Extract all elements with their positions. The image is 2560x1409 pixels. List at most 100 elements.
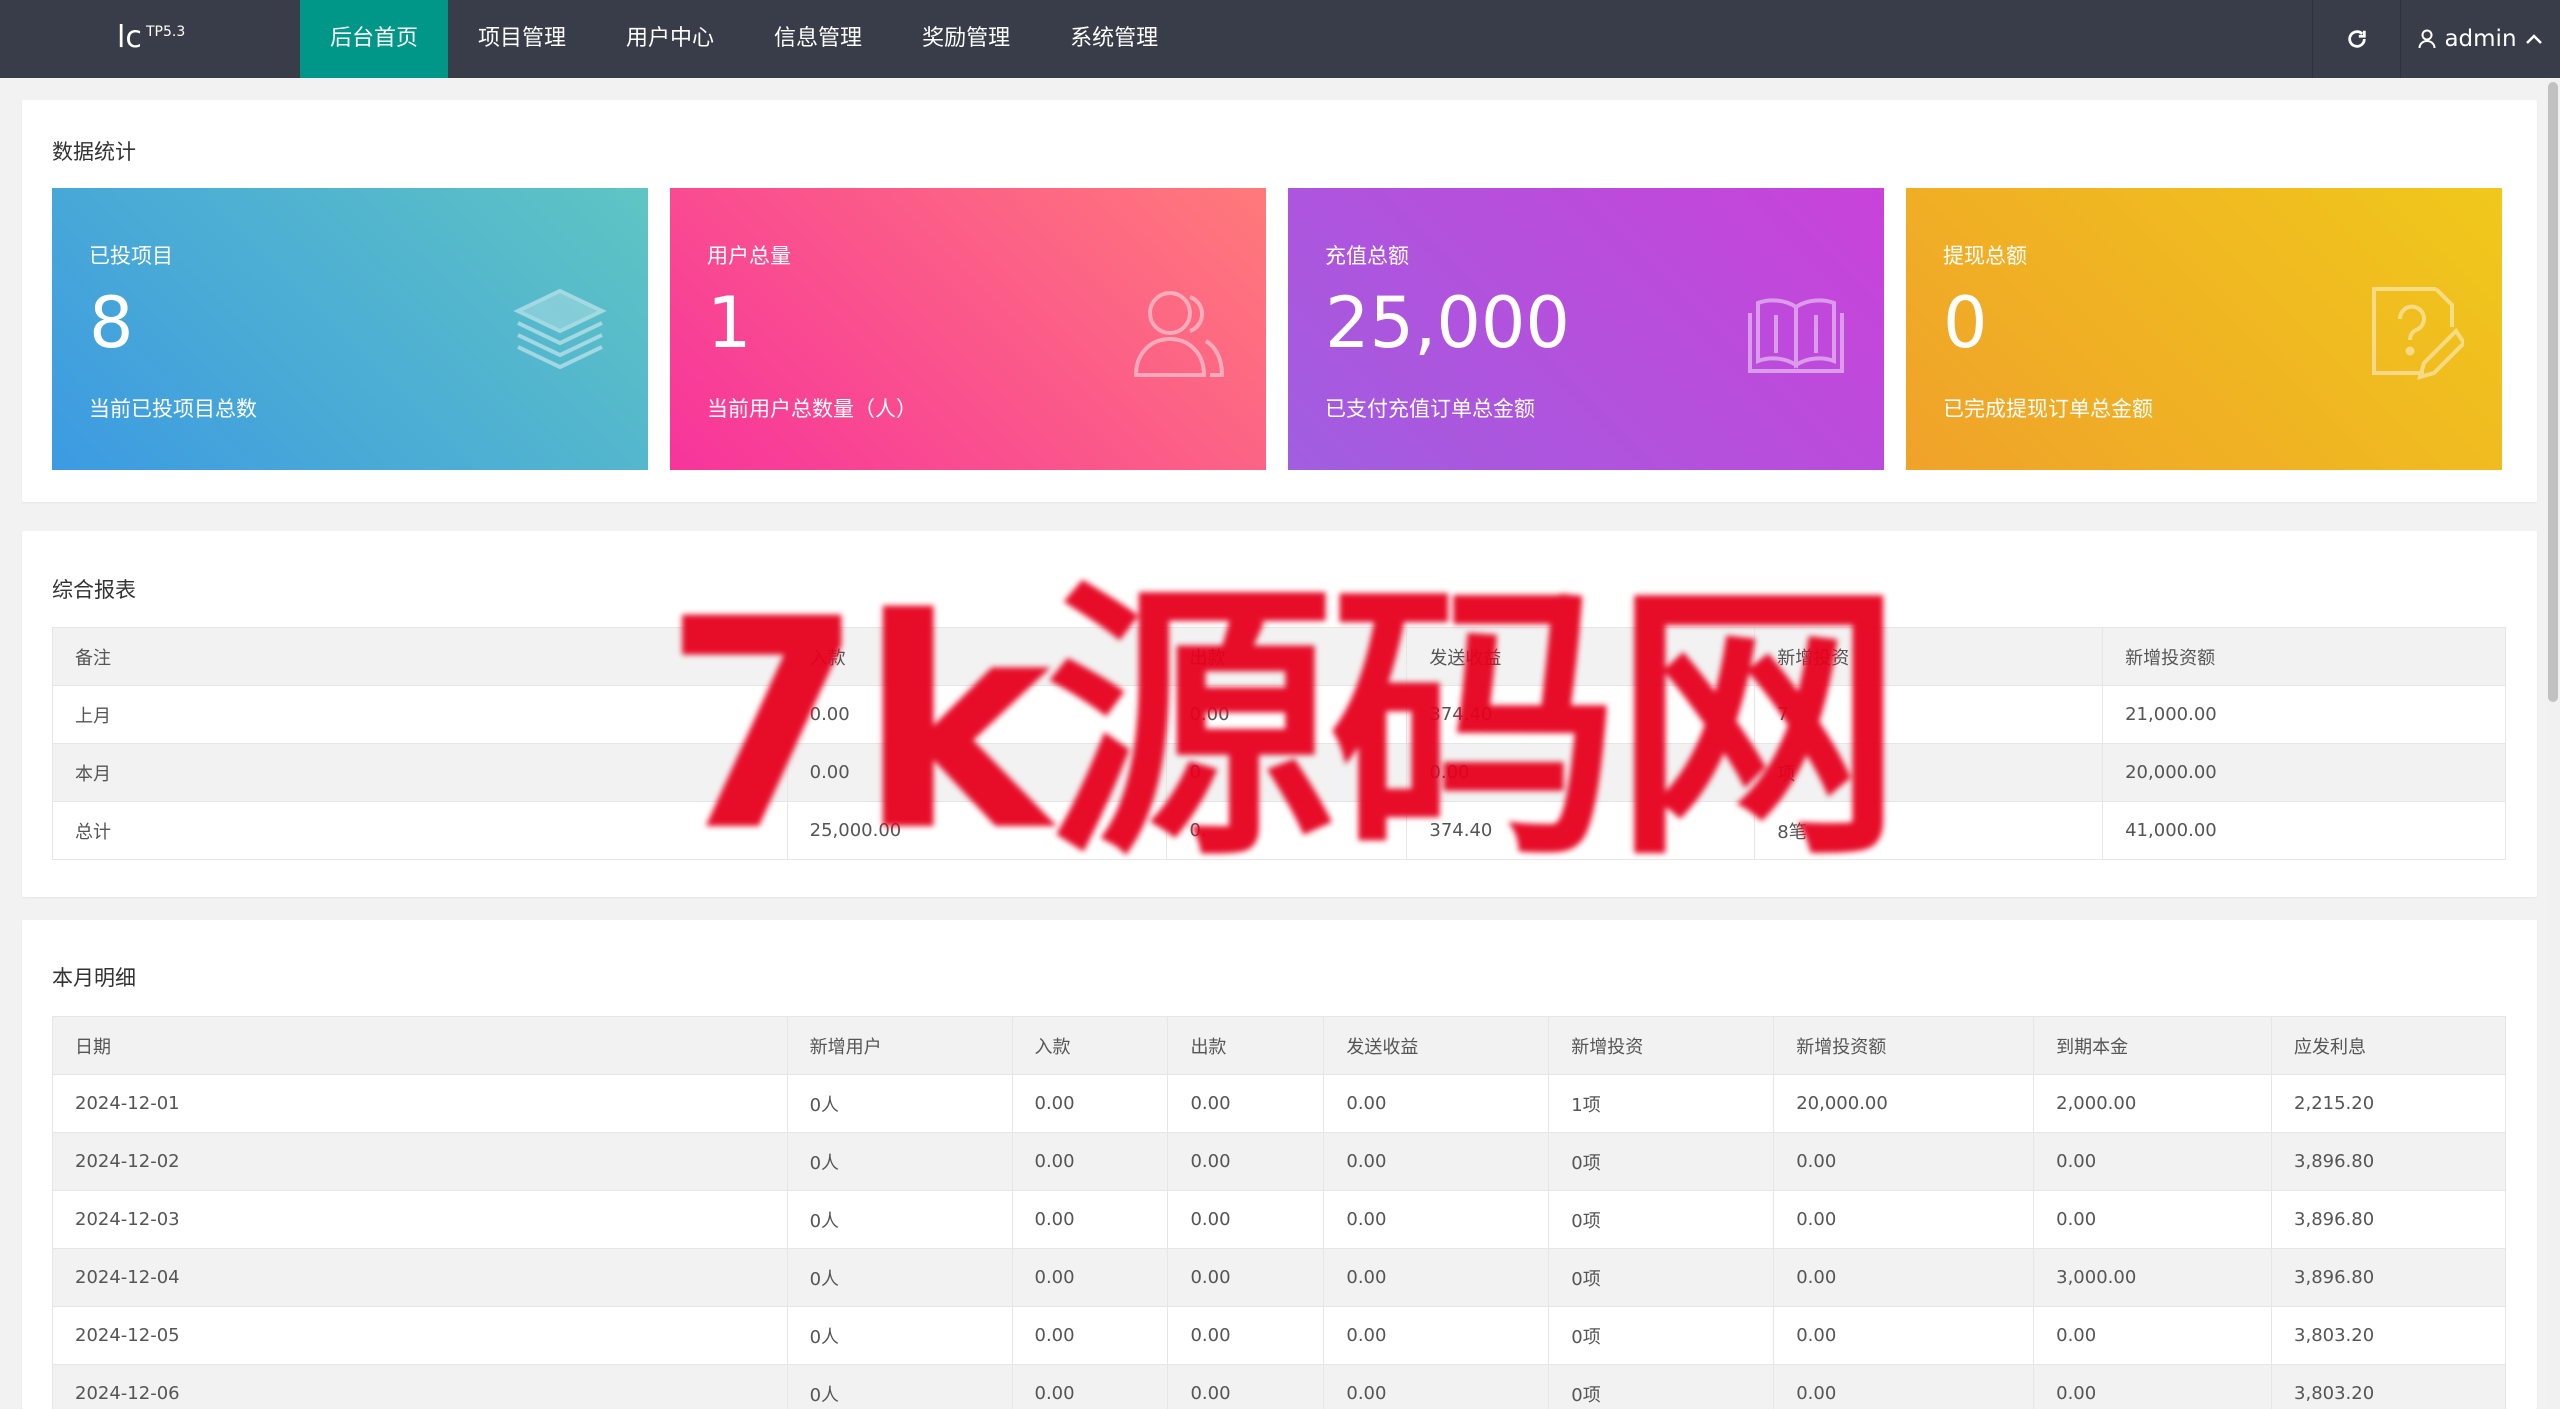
stats-title: 数据统计 <box>52 140 136 164</box>
username: admin <box>2444 26 2517 52</box>
table-cell: 0.00 <box>1323 1248 1550 1307</box>
column-header: 发送收益 <box>1323 1016 1550 1075</box>
refresh-button[interactable] <box>2312 0 2400 78</box>
stat-value: 8 <box>89 282 134 364</box>
table-cell: 0.00 <box>2033 1364 2273 1409</box>
nav-item-rewards[interactable]: 奖励管理 <box>892 0 1040 78</box>
table-cell: 0.00 <box>1773 1364 2035 1409</box>
table-row: 2024-12-02 0人 0.00 0.00 0.00 0项 0.00 0.0… <box>52 1132 2506 1191</box>
top-navbar: lc TP5.3 后台首页 项目管理 用户中心 信息管理 奖励管理 系统管理 a… <box>0 0 2560 78</box>
stat-tile-users[interactable]: 用户总量 1 当前用户总数量（人） <box>670 188 1266 470</box>
table-cell: 0项 <box>1548 1364 1775 1409</box>
monthly-card: 本月明细 日期 新增用户 入款 出款 发送收益 新增投资 新增投资额 到期本金 … <box>22 920 2537 1409</box>
stat-desc: 已完成提现订单总金额 <box>1943 397 2153 421</box>
table-cell: 21,000.00 <box>2102 685 2506 744</box>
table-cell: 0人 <box>786 1248 1013 1307</box>
table-cell: 0.00 <box>1323 1132 1550 1191</box>
logo-version: TP5.3 <box>146 24 186 40</box>
nav-item-info[interactable]: 信息管理 <box>744 0 892 78</box>
table-cell: 0.00 <box>1323 1364 1550 1409</box>
table-cell: 0人 <box>786 1132 1013 1191</box>
table-cell: 3,896.80 <box>2271 1190 2506 1249</box>
table-cell: 41,000.00 <box>2102 801 2506 860</box>
table-cell: 0.00 <box>1167 1364 1325 1409</box>
table-row: 2024-12-05 0人 0.00 0.00 0.00 0项 0.00 0.0… <box>52 1306 2506 1365</box>
stat-desc: 当前已投项目总数 <box>89 397 257 421</box>
table-cell: 0项 <box>1548 1306 1775 1365</box>
table-cell: 0.00 <box>1773 1306 2035 1365</box>
table-cell: 0项 <box>1548 1132 1775 1191</box>
stat-value: 25,000 <box>1325 282 1570 364</box>
table-cell: 3,000.00 <box>2033 1248 2273 1307</box>
column-header: 到期本金 <box>2033 1016 2273 1075</box>
column-header: 出款 <box>1167 1016 1325 1075</box>
table-cell: 1项 <box>1548 1074 1775 1133</box>
user-icon <box>2418 29 2436 49</box>
table-cell: 3,896.80 <box>2271 1248 2506 1307</box>
table-cell: 0.00 <box>1167 1190 1325 1249</box>
table-cell: 0人 <box>786 1364 1013 1409</box>
table-cell: 0.00 <box>1167 1132 1325 1191</box>
table-cell: 0.00 <box>2033 1306 2273 1365</box>
stat-tile-recharge[interactable]: 充值总额 25,000 已支付充值订单总金额 <box>1288 188 1884 470</box>
table-cell: 3,803.20 <box>2271 1364 2506 1409</box>
column-header: 新增投资额 <box>1773 1016 2035 1075</box>
table-row: 2024-12-04 0人 0.00 0.00 0.00 0项 0.00 3,0… <box>52 1248 2506 1307</box>
table-cell: 0.00 <box>1011 1074 1169 1133</box>
stat-label: 充值总额 <box>1325 244 1409 268</box>
report-title: 综合报表 <box>52 578 136 602</box>
page-scrollbar[interactable] <box>2546 78 2560 1409</box>
refresh-icon <box>2347 30 2366 48</box>
layers-icon <box>513 288 607 370</box>
column-header: 新增用户 <box>786 1016 1013 1075</box>
table-cell: 0.00 <box>1773 1248 2035 1307</box>
table-cell: 0.00 <box>1773 1190 2035 1249</box>
table-cell: 3,896.80 <box>2271 1132 2506 1191</box>
table-row: 2024-12-01 0人 0.00 0.00 0.00 1项 20,000.0… <box>52 1074 2506 1133</box>
stat-tile-projects[interactable]: 已投项目 8 当前已投项目总数 <box>52 188 648 470</box>
table-cell: 0.00 <box>1011 1248 1169 1307</box>
stat-desc: 当前用户总数量（人） <box>707 397 917 421</box>
scrollbar-thumb[interactable] <box>2548 82 2558 702</box>
stat-value: 0 <box>1943 282 1988 364</box>
column-header: 入款 <box>1011 1016 1169 1075</box>
table-cell: 2024-12-04 <box>52 1248 788 1307</box>
users-icon <box>1133 291 1225 377</box>
table-cell: 0项 <box>1548 1190 1775 1249</box>
table-cell: 2024-12-02 <box>52 1132 788 1191</box>
watermark-overlay: 7k源码网 <box>650 520 1910 895</box>
user-menu[interactable]: admin <box>2400 0 2560 78</box>
table-cell: 0.00 <box>1167 1248 1325 1307</box>
table-cell: 0人 <box>786 1074 1013 1133</box>
logo-text: lc <box>117 20 142 55</box>
table-cell: 2024-12-03 <box>52 1190 788 1249</box>
nav-item-users[interactable]: 用户中心 <box>596 0 744 78</box>
table-cell: 0.00 <box>1011 1364 1169 1409</box>
table-cell: 2024-12-05 <box>52 1306 788 1365</box>
table-cell: 0项 <box>1548 1248 1775 1307</box>
stat-desc: 已支付充值订单总金额 <box>1325 397 1535 421</box>
table-cell: 3,803.20 <box>2271 1306 2506 1365</box>
column-header: 新增投资 <box>1548 1016 1775 1075</box>
column-header: 应发利息 <box>2271 1016 2506 1075</box>
logo[interactable]: lc TP5.3 <box>0 0 300 78</box>
stat-tile-withdraw[interactable]: 提现总额 0 已完成提现订单总金额 <box>1906 188 2502 470</box>
stat-label: 用户总量 <box>707 244 791 268</box>
table-cell: 2,215.20 <box>2271 1074 2506 1133</box>
monthly-title: 本月明细 <box>52 966 136 990</box>
table-cell: 0.00 <box>1167 1074 1325 1133</box>
table-cell: 2,000.00 <box>2033 1074 2273 1133</box>
table-cell: 2024-12-06 <box>52 1364 788 1409</box>
table-row: 2024-12-06 0人 0.00 0.00 0.00 0项 0.00 0.0… <box>52 1364 2506 1409</box>
nav-item-system[interactable]: 系统管理 <box>1040 0 1188 78</box>
column-header: 新增投资额 <box>2102 627 2506 686</box>
table-cell: 0.00 <box>1011 1306 1169 1365</box>
monthly-table: 日期 新增用户 入款 出款 发送收益 新增投资 新增投资额 到期本金 应发利息 … <box>52 1016 2506 1409</box>
book-icon <box>1748 298 1844 373</box>
stat-value: 1 <box>707 282 752 364</box>
table-row: 2024-12-03 0人 0.00 0.00 0.00 0项 0.00 0.0… <box>52 1190 2506 1249</box>
table-cell: 0.00 <box>1323 1190 1550 1249</box>
stat-label: 提现总额 <box>1943 244 2027 268</box>
nav-item-home[interactable]: 后台首页 <box>300 0 449 78</box>
nav-item-projects[interactable]: 项目管理 <box>448 0 596 78</box>
